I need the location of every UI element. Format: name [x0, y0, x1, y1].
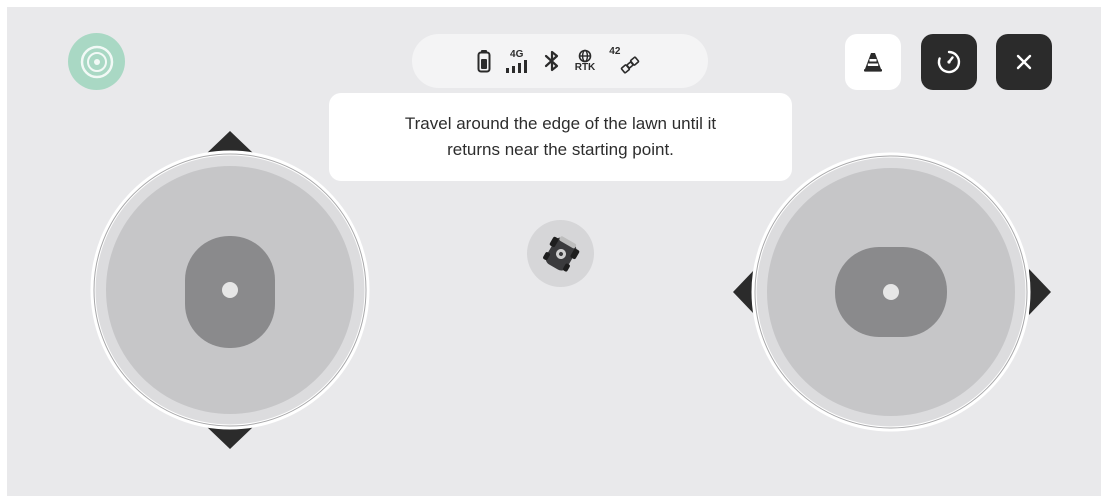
close-icon [1016, 54, 1032, 70]
joystick-down-arrow[interactable] [207, 427, 253, 449]
traffic-cone-icon [864, 53, 882, 72]
mower-icon [542, 235, 579, 272]
rtk-status: RTK [574, 46, 596, 76]
rotate-button[interactable] [921, 34, 977, 90]
logo-icon [80, 45, 113, 78]
instruction-tooltip: Travel around the edge of the lawn until… [329, 93, 792, 181]
satellite-icon [621, 56, 640, 74]
tooltip-line-2: returns near the starting point. [447, 140, 674, 159]
rtk-globe-icon [578, 49, 592, 63]
cellular-signal-icon [505, 59, 527, 73]
close-button[interactable] [996, 34, 1052, 90]
battery-status [477, 46, 491, 76]
mapping-screen: 4G RTK 42 Travel around the edge of the … [7, 7, 1101, 496]
right-joystick[interactable] [729, 147, 1059, 437]
joystick-right-arrow[interactable] [1029, 269, 1051, 315]
joystick-up-arrow[interactable] [207, 131, 253, 153]
battery-icon [477, 50, 491, 73]
logo-button[interactable] [68, 33, 125, 90]
tooltip-line-1: Travel around the edge of the lawn until… [404, 114, 717, 133]
rtk-label: RTK [574, 62, 596, 73]
obstacle-cone-button[interactable] [845, 34, 901, 90]
network-type-label: 4G [510, 48, 524, 60]
rotate-icon [937, 50, 961, 74]
status-bar: 4G RTK 42 [412, 34, 708, 88]
cellular-status: 4G [505, 46, 529, 76]
bluetooth-status [543, 46, 561, 76]
satellite-status: 42 [609, 46, 643, 76]
bluetooth-icon [544, 50, 558, 72]
left-joystick[interactable] [85, 125, 375, 455]
mower-marker [527, 220, 594, 287]
